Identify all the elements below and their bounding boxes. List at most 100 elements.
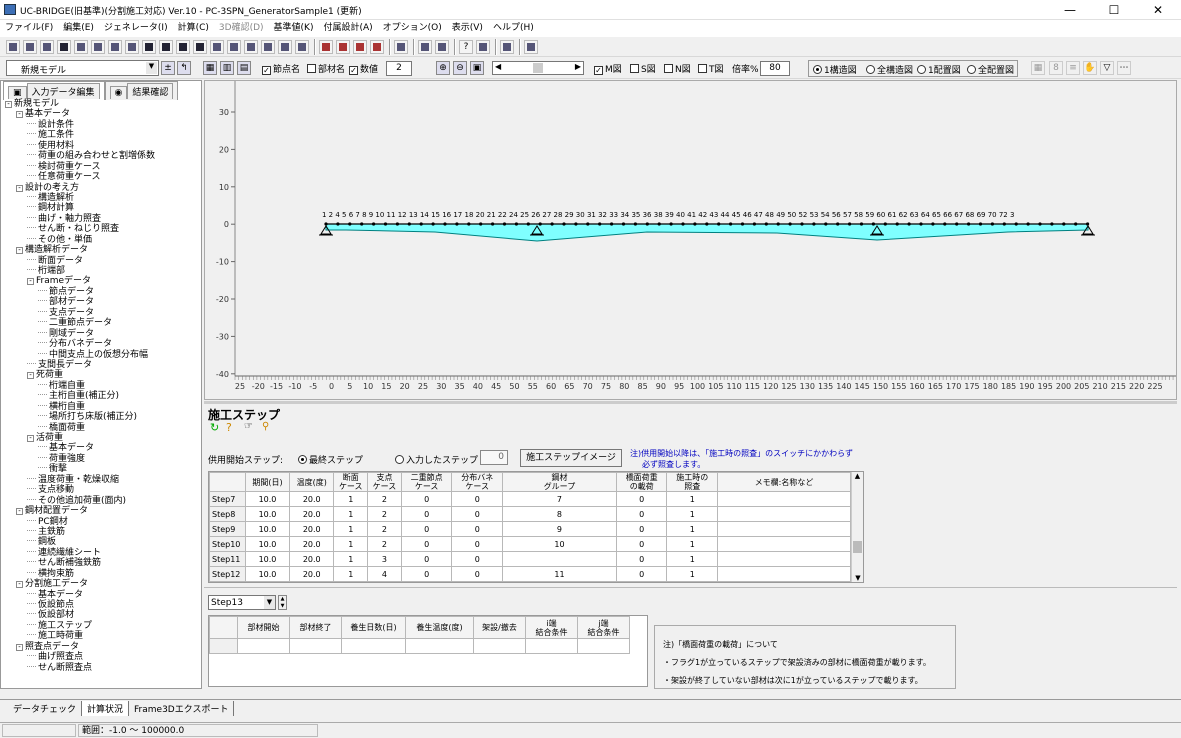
tree-item[interactable]: 中間支点上の仮想分布幅 xyxy=(5,350,201,360)
tree-item[interactable]: 桁端部 xyxy=(5,266,201,276)
table-cell[interactable] xyxy=(717,551,851,567)
scroll-down-icon[interactable]: ▼ xyxy=(852,574,863,582)
tree-item[interactable]: 分布バネデータ xyxy=(5,339,201,349)
table-row[interactable] xyxy=(209,638,630,654)
zoom-in-icon[interactable] xyxy=(108,40,122,54)
print-icon[interactable] xyxy=(142,40,156,54)
globe-icon[interactable] xyxy=(524,40,538,54)
zoom-out-icon[interactable]: ⊖ xyxy=(453,61,467,75)
table-cell[interactable] xyxy=(717,566,851,582)
menu-view[interactable]: 表示(V) xyxy=(447,20,488,37)
tree-item[interactable]: 仮設節点 xyxy=(5,600,201,610)
table-cell[interactable]: 2 xyxy=(367,491,402,507)
tree-item[interactable]: 検討荷重ケース xyxy=(5,162,201,172)
chevron-down-icon[interactable]: ▼ xyxy=(146,62,157,74)
table-cell[interactable] xyxy=(577,638,630,654)
tree-item[interactable]: - 分割施工データ xyxy=(5,579,201,589)
tree-item[interactable]: 節点データ xyxy=(5,287,201,297)
table-cell[interactable]: 10.0 xyxy=(244,521,291,537)
collapse-icon[interactable]: - xyxy=(16,111,23,119)
tab-frame3d-export[interactable]: Frame3Dエクスポート xyxy=(129,701,235,716)
tool-icon[interactable]: ↰ xyxy=(177,61,191,75)
tree-item[interactable]: 場所打ち床版(補正分) xyxy=(5,412,201,422)
table-row[interactable]: Step12 10.0 20.0 1 4 0 0 11 0 1 xyxy=(209,566,851,582)
table-cell[interactable] xyxy=(289,638,342,654)
table-row[interactable]: Step9 10.0 20.0 1 2 0 0 9 0 1 xyxy=(209,521,851,537)
open-icon[interactable] xyxy=(23,40,37,54)
table-cell[interactable]: 20.0 xyxy=(289,536,335,552)
tree-item[interactable]: 曲げ・軸力照査 xyxy=(5,214,201,224)
table-cell[interactable] xyxy=(717,521,851,537)
table-cell[interactable] xyxy=(473,638,526,654)
tree-item[interactable]: - Frameデータ xyxy=(5,276,201,286)
tree-item[interactable]: 施工条件 xyxy=(5,130,201,140)
table-cell[interactable]: 20.0 xyxy=(289,521,335,537)
value-digits-input[interactable]: 2 xyxy=(386,61,412,76)
collapse-icon[interactable]: - xyxy=(16,184,23,192)
tab-data-check[interactable]: データチェック xyxy=(8,701,83,716)
tree-item[interactable]: 基本データ xyxy=(5,590,201,600)
table-cell[interactable]: 10 xyxy=(502,536,617,552)
table-cell[interactable]: 0 xyxy=(615,536,668,552)
scroll-thumb[interactable] xyxy=(853,541,862,553)
table-scrollbar[interactable]: ▲ ▼ xyxy=(851,472,863,582)
tree-item[interactable]: 曲げ照査点 xyxy=(5,652,201,662)
layout1-icon[interactable]: ▦ xyxy=(203,61,217,75)
table-cell[interactable]: 1 xyxy=(333,551,369,567)
minimize-button[interactable]: — xyxy=(1048,0,1092,20)
chart-icon[interactable] xyxy=(227,40,241,54)
table-cell[interactable]: 20.0 xyxy=(289,506,335,522)
tree-item[interactable]: せん断補強鉄筋 xyxy=(5,558,201,568)
zoom-in-icon[interactable]: ⊕ xyxy=(436,61,450,75)
table-cell[interactable]: 0 xyxy=(615,566,668,582)
frame-icon[interactable] xyxy=(244,40,258,54)
close-button[interactable]: ✕ xyxy=(1136,0,1180,20)
table-cell[interactable]: 2 xyxy=(367,536,402,552)
tree-item[interactable]: 部材データ xyxy=(5,297,201,307)
help-icon[interactable]: ? xyxy=(226,421,232,434)
table-cell[interactable]: 1 xyxy=(666,551,719,567)
table-cell[interactable] xyxy=(209,638,238,654)
report1-icon[interactable] xyxy=(319,40,333,54)
zoom-icon[interactable] xyxy=(91,40,105,54)
tree-item[interactable]: 仮設部材 xyxy=(5,610,201,620)
report3-icon[interactable] xyxy=(353,40,367,54)
table-cell[interactable]: 1 xyxy=(666,566,719,582)
tree-item[interactable]: 基本データ xyxy=(5,443,201,453)
grid-icon[interactable]: ▦ xyxy=(1031,61,1045,75)
table-cell[interactable] xyxy=(502,551,617,567)
table-cell[interactable]: 4 xyxy=(367,566,402,582)
table-cell[interactable]: 1 xyxy=(666,491,719,507)
row-header[interactable]: Step11 xyxy=(209,551,246,567)
radio-1-layout[interactable]: 1配置図 xyxy=(917,63,961,76)
tree-item[interactable]: - 設計の考え方 xyxy=(5,183,201,193)
table-cell[interactable]: 20.0 xyxy=(289,551,335,567)
help-icon[interactable]: ? xyxy=(459,40,473,54)
table-cell[interactable]: 10.0 xyxy=(244,536,291,552)
table-cell[interactable]: 0 xyxy=(451,506,504,522)
table-cell[interactable]: 0 xyxy=(400,521,453,537)
table-cell[interactable]: 20.0 xyxy=(289,491,335,507)
layout3-icon[interactable]: ▤ xyxy=(237,61,251,75)
table-cell[interactable]: 1 xyxy=(333,536,369,552)
table-icon[interactable] xyxy=(210,40,224,54)
tab-calc-status[interactable]: 計算状況 xyxy=(82,701,130,716)
menu-edit[interactable]: 編集(E) xyxy=(58,20,99,37)
tree-item[interactable]: 衝撃 xyxy=(5,464,201,474)
row-header[interactable]: Step8 xyxy=(209,506,246,522)
table-cell[interactable]: 10.0 xyxy=(244,551,291,567)
table-cell[interactable]: 8 xyxy=(502,506,617,522)
table-cell[interactable]: 0 xyxy=(615,491,668,507)
table-cell[interactable]: 10.0 xyxy=(244,491,291,507)
table-cell[interactable]: 7 xyxy=(502,491,617,507)
menu-calc[interactable]: 計算(C) xyxy=(173,20,214,37)
table-cell[interactable]: 2 xyxy=(367,506,402,522)
hand-icon[interactable]: ✋ xyxy=(1083,61,1097,75)
more-icon[interactable]: ⋯ xyxy=(1117,61,1131,75)
tool-icon[interactable] xyxy=(278,40,292,54)
tree-item[interactable]: 設計条件 xyxy=(5,120,201,130)
tree-item[interactable]: 鋼材計算 xyxy=(5,203,201,213)
diagram-icon[interactable] xyxy=(261,40,275,54)
table-cell[interactable]: 1 xyxy=(333,521,369,537)
radio-1-structure[interactable]: 1構造図 xyxy=(813,63,857,76)
